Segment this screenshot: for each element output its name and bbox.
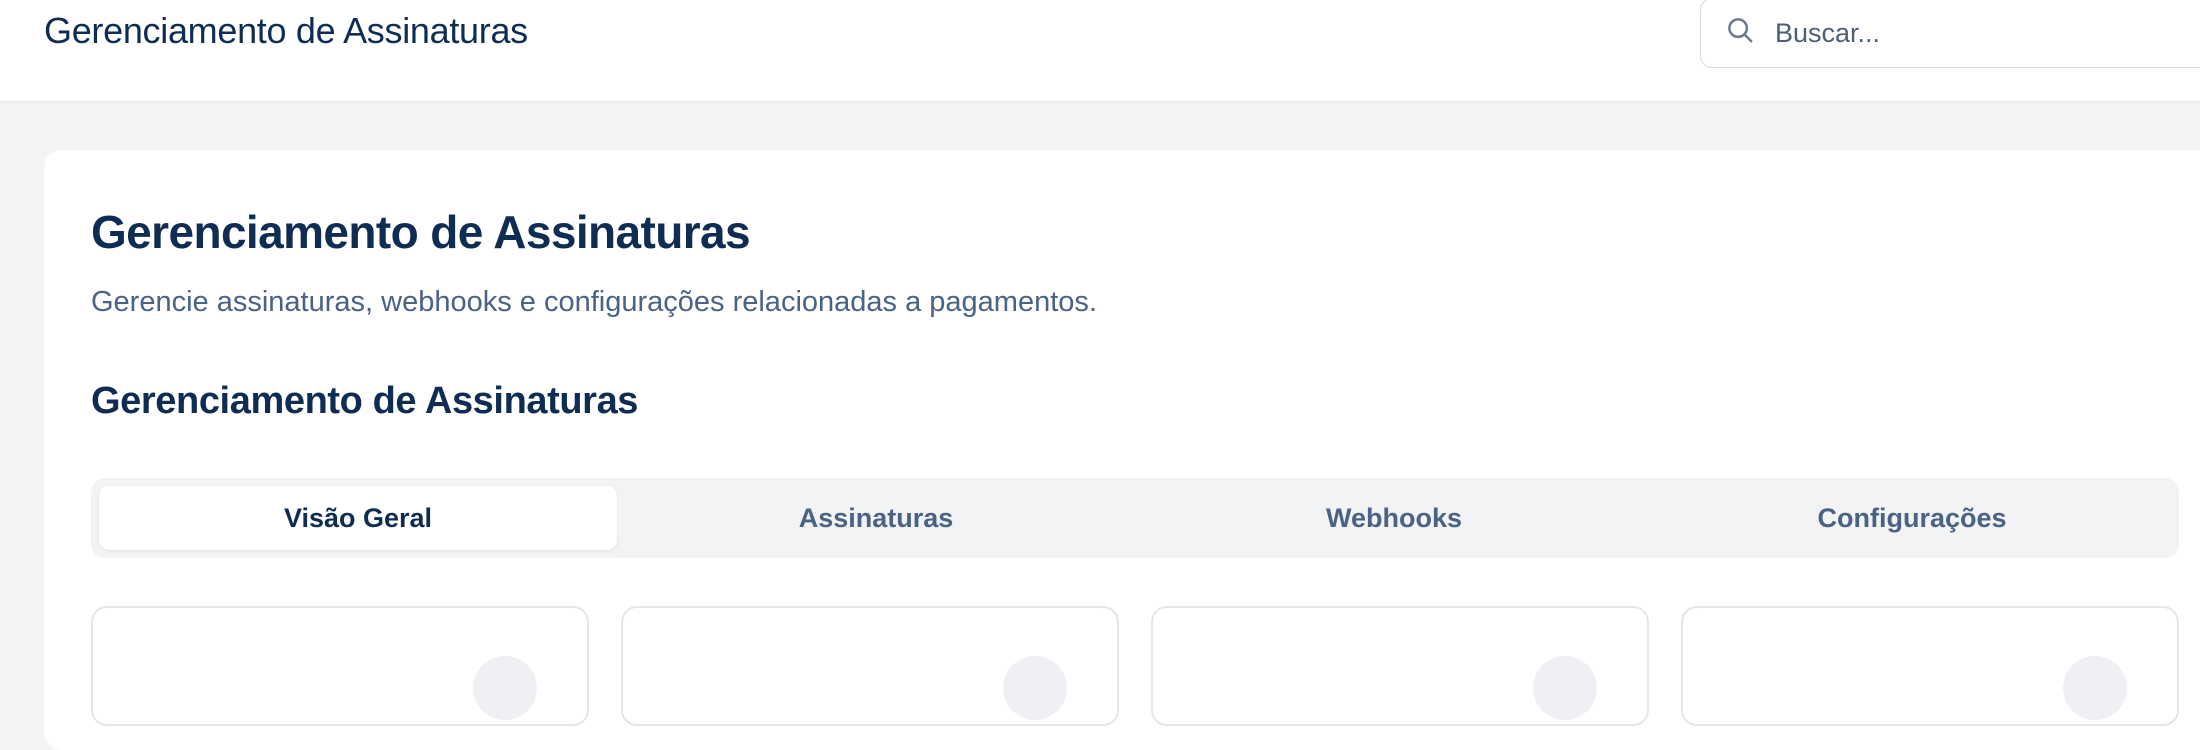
overview-card — [1151, 606, 1649, 726]
search-box[interactable] — [1700, 0, 2200, 68]
card-icon — [1533, 656, 1597, 720]
tab-visao-geral[interactable]: Visão Geral — [99, 486, 617, 550]
tab-assinaturas[interactable]: Assinaturas — [617, 486, 1135, 550]
search-icon — [1728, 18, 1753, 43]
tab-configuracoes[interactable]: Configurações — [1653, 486, 2171, 550]
card-icon — [2063, 656, 2127, 720]
overview-card — [91, 606, 589, 726]
section-title: Gerenciamento de Assinaturas — [91, 380, 639, 422]
card-icon — [473, 656, 537, 720]
page-subtitle: Gerencie assinaturas, webhooks e configu… — [91, 286, 1097, 318]
overview-card — [1681, 606, 2179, 726]
overview-cards — [91, 606, 2179, 726]
top-bar: Gerenciamento de Assinaturas — [0, 0, 2200, 102]
content-card: Gerenciamento de Assinaturas Gerencie as… — [44, 150, 2200, 750]
app-title: Gerenciamento de Assinaturas — [44, 10, 528, 51]
page-title: Gerenciamento de Assinaturas — [91, 206, 751, 258]
tab-webhooks[interactable]: Webhooks — [1135, 486, 1653, 550]
search-input[interactable] — [1773, 13, 2197, 53]
overview-card — [621, 606, 1119, 726]
card-icon — [1003, 656, 1067, 720]
tab-list: Visão Geral Assinaturas Webhooks Configu… — [91, 478, 2179, 558]
